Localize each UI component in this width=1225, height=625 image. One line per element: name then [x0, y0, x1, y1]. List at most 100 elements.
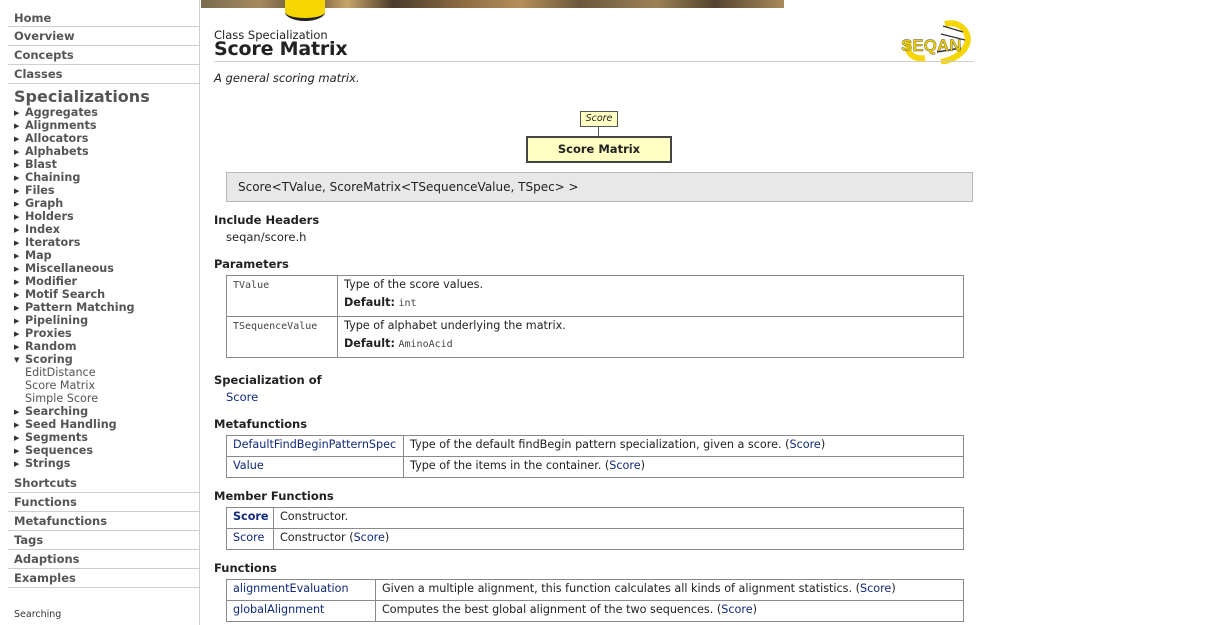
description-text: Computes the best global alignment of th…	[382, 603, 722, 616]
sidebar-item-spec[interactable]: ▶ Seed Handling	[0, 418, 199, 431]
sidebar-item-label: Motif Search	[25, 288, 106, 301]
sidebar-item-label: Modifier	[25, 275, 78, 288]
sidebar-item-spec[interactable]: ▶ Files	[0, 184, 199, 197]
nav-concepts[interactable]: Concepts	[8, 46, 199, 65]
sidebar-item-label: Proxies	[25, 327, 72, 340]
nav-metafunctions[interactable]: Metafunctions	[8, 512, 199, 531]
item-name-link[interactable]: DefaultFindBeginPatternSpec	[226, 435, 404, 457]
lower-nav: Shortcuts Functions Metafunctions Tags Adapt…	[0, 474, 199, 588]
sidebar-item-spec[interactable]: ▶ Pipelining	[0, 314, 199, 327]
sidebar-item-spec[interactable]: ▶ Searching	[0, 405, 199, 418]
parameters-table: TValue Type of the score values. Default…	[226, 275, 964, 358]
specialization-of-link[interactable]: Score	[226, 390, 258, 404]
owner-class-link[interactable]: Score	[721, 603, 752, 616]
description-text: Constructor.	[280, 510, 349, 523]
closing-paren: )	[384, 531, 390, 544]
sidebar-item-spec[interactable]: ▶ Holders	[0, 210, 199, 223]
functions-table: alignmentEvaluation Given a multiple alig…	[226, 579, 964, 622]
metafunctions-table: DefaultFindBeginPatternSpec Type of the d…	[226, 435, 964, 478]
owner-class-link[interactable]: Score	[609, 459, 640, 472]
item-description: Constructor.	[273, 507, 964, 529]
sidebar-item-spec[interactable]: ▶ Modifier	[0, 275, 199, 288]
item-name-link[interactable]: alignmentEvaluation	[226, 579, 376, 601]
sidebar-item-label: Miscellaneous	[25, 262, 114, 275]
table-row: TSequenceValue Type of alphabet underlyi…	[226, 316, 964, 358]
item-name-link[interactable]: globalAlignment	[226, 600, 376, 622]
table-row: TValue Type of the score values. Default…	[226, 275, 964, 317]
specializations-heading[interactable]: Specializations	[14, 87, 199, 106]
owner-class-link[interactable]: Score	[860, 582, 891, 595]
nav-classes[interactable]: Classes	[8, 65, 199, 84]
sidebar-item-spec[interactable]: ▶ Iterators	[0, 236, 199, 249]
sidebar-item-spec[interactable]: ▶ Proxies	[0, 327, 199, 340]
table-row: DefaultFindBeginPatternSpec Type of the d…	[226, 435, 964, 457]
sidebar-item-spec[interactable]: ▶ Alphabets	[0, 145, 199, 158]
sidebar-subitem[interactable]: Simple Score	[0, 392, 199, 405]
seqan-logo[interactable]: SEQAN	[901, 18, 973, 64]
sidebar-item-label: Strings	[25, 457, 71, 470]
default-label: Default:	[344, 337, 395, 350]
diagram-parent-score[interactable]: Score	[580, 111, 618, 127]
param-description: Type of the score values. Default: int	[337, 275, 964, 317]
sidebar-item-spec[interactable]: ▶ Index	[0, 223, 199, 236]
nav-tags[interactable]: Tags	[8, 531, 199, 550]
page-summary: A general scoring matrix.	[214, 71, 360, 85]
sidebar-item-label: Map	[25, 249, 52, 262]
sidebar-item-label: Alignments	[25, 119, 97, 132]
sidebar-item-label: Allocators	[25, 132, 89, 145]
nav-examples[interactable]: Examples	[8, 569, 199, 588]
banner-logo-icon	[285, 0, 325, 21]
include-header-value: seqan/score.h	[226, 230, 307, 244]
member-functions-table: Score Constructor. Score Constructor (Score…	[226, 507, 964, 550]
member-functions-heading: Member Functions	[214, 489, 334, 503]
sidebar-item-label: Blast	[25, 158, 57, 171]
closing-paren: )	[891, 582, 896, 595]
item-description: Type of the items in the container. (Sco…	[403, 456, 964, 478]
description-text: Type of the items in the container. (	[410, 459, 610, 472]
sidebar-item-spec[interactable]: ▶ Blast	[0, 158, 199, 171]
item-description: Given a multiple alignment, this functio…	[375, 579, 964, 601]
sidebar-item-label: Random	[25, 340, 77, 353]
sidebar-item-spec[interactable]: ▶ Chaining	[0, 171, 199, 184]
sidebar-item-spec[interactable]: ▶ Miscellaneous	[0, 262, 199, 275]
sidebar-item-label: Index	[25, 223, 60, 236]
sidebar-item-spec[interactable]: ▶ Random	[0, 340, 199, 353]
sidebar-subitem[interactable]: Score Matrix	[0, 379, 199, 392]
functions-heading: Functions	[214, 561, 277, 575]
sidebar-item-spec[interactable]: ▶ Motif Search	[0, 288, 199, 301]
description-text: Constructor (	[280, 531, 354, 544]
item-description: Constructor (Score)	[273, 528, 964, 550]
nav-functions[interactable]: Functions	[8, 493, 199, 512]
item-name-link[interactable]: Score	[226, 507, 274, 529]
sidebar-item-spec[interactable]: ▶ Graph	[0, 197, 199, 210]
item-name-link[interactable]: Score	[226, 528, 274, 550]
sidebar-item-spec[interactable]: ▶ Aggregates	[0, 106, 199, 119]
nav-adaptions[interactable]: Adaptions	[8, 550, 199, 569]
owner-class-link[interactable]: Score	[354, 531, 385, 544]
table-row: globalAlignment Computes the best global …	[226, 600, 964, 622]
search-status-label: Searching	[14, 609, 62, 620]
sidebar-item-spec[interactable]: ▶ Sequences	[0, 444, 199, 457]
item-description: Computes the best global alignment of th…	[375, 600, 964, 622]
sidebar-item-spec[interactable]: ▶ Pattern Matching	[0, 301, 199, 314]
nav-overview[interactable]: Overview	[8, 27, 199, 46]
sidebar-item-scoring[interactable]: ▼ Scoring	[0, 353, 199, 366]
owner-class-link[interactable]: Score	[789, 438, 820, 451]
sidebar-item-label: Iterators	[25, 236, 81, 249]
table-row: Value Type of the items in the container.…	[226, 456, 964, 478]
metafunctions-heading: Metafunctions	[214, 417, 308, 431]
nav-home[interactable]: Home	[8, 10, 199, 27]
nav-shortcuts[interactable]: Shortcuts	[8, 474, 199, 493]
sidebar-item-spec[interactable]: ▶ Strings	[0, 457, 199, 470]
sidebar-item-spec[interactable]: ▶ Alignments	[0, 119, 199, 132]
sidebar-item-label: Pattern Matching	[25, 301, 135, 314]
include-headers-heading: Include Headers	[214, 213, 320, 227]
sidebar-item-spec[interactable]: ▶ Map	[0, 249, 199, 262]
specialization-of-heading: Specialization of	[214, 373, 322, 387]
sidebar-item-spec[interactable]: ▶ Allocators	[0, 132, 199, 145]
sidebar-subitem[interactable]: EditDistance	[0, 366, 199, 379]
sidebar-item-spec[interactable]: ▶ Segments	[0, 431, 199, 444]
sidebar-item-label: Files	[25, 184, 55, 197]
item-name-link[interactable]: Value	[226, 456, 404, 478]
main-content: Class Specialization Score Matrix SEQAN …	[201, 0, 1223, 625]
